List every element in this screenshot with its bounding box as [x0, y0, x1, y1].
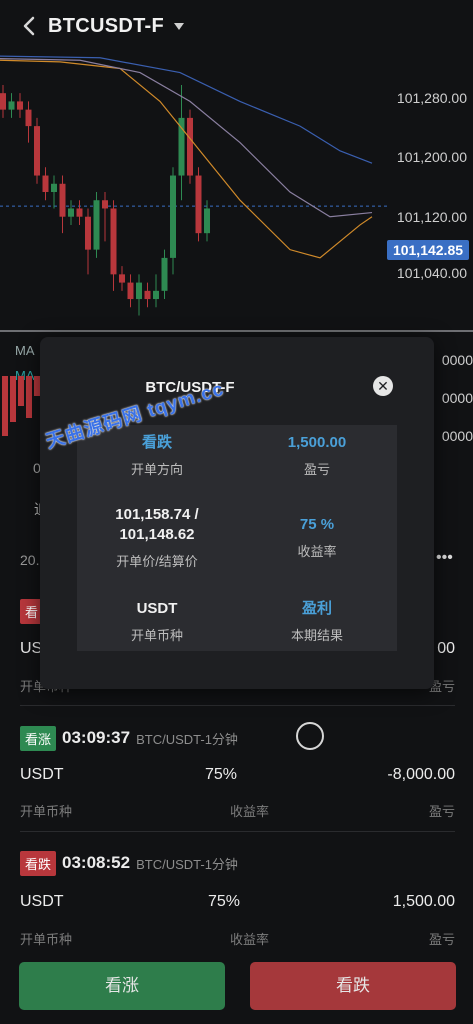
candle-body	[0, 93, 6, 110]
candle-body	[161, 257, 168, 291]
detail-grid: 看跌 开单方向 1,500.00 盈亏 101,158.74 / 101,148…	[77, 425, 397, 651]
rate-cell: 75 % 收益率	[237, 515, 397, 560]
more-icon[interactable]: •••	[436, 549, 453, 567]
indicator-value: 0000	[441, 352, 473, 368]
result-value: 盈利	[301, 600, 332, 617]
candle-body	[110, 208, 117, 275]
rate-value: 75%	[205, 766, 238, 783]
close-icon[interactable]: ✕	[373, 376, 393, 396]
direction-cell: 看跌 开单方向	[77, 433, 237, 478]
candle-body	[34, 126, 40, 176]
candle-body	[170, 175, 176, 258]
candle-body	[51, 183, 57, 192]
candle-body	[42, 175, 49, 192]
candle-body	[204, 208, 210, 234]
pnl-label: 盈亏	[428, 932, 455, 947]
candle-body	[119, 274, 125, 283]
direction-label: 开单方向	[130, 462, 183, 477]
price-level-label: 101,200.00	[396, 149, 467, 165]
candle-body	[153, 290, 159, 300]
candle-body	[68, 208, 74, 217]
pnl-value: 00	[437, 640, 455, 657]
currency-label: 开单币种	[20, 804, 73, 819]
result-cell: 盈利 本期结果	[237, 599, 397, 644]
caret-down-icon[interactable]	[174, 22, 185, 30]
currency-label: 开单币种	[130, 628, 183, 643]
buy-up-button[interactable]: 看涨	[19, 962, 225, 1010]
settle-price-value: 101,148.62	[119, 526, 195, 543]
pnl-label: 盈亏	[303, 462, 330, 477]
open-price-value: 101,158.74 /	[115, 506, 199, 523]
ma-line-mid	[0, 57, 373, 218]
result-label: 本期结果	[290, 628, 343, 643]
indicator-value: 0000	[441, 428, 473, 444]
currency-label: 开单币种	[20, 932, 73, 947]
candle-body	[187, 117, 193, 176]
buy-down-button[interactable]: 看跌	[250, 962, 456, 1010]
candle-body	[25, 109, 32, 127]
rate-value: 75 %	[299, 516, 335, 533]
order-pair: BTC/USDT-1分钟	[136, 731, 238, 747]
pnl-label: 盈亏	[428, 804, 455, 819]
candle-body	[102, 200, 108, 209]
price-level-label: 101,280.00	[396, 90, 467, 106]
direction-badge: 看跌	[20, 850, 57, 876]
order-card[interactable]: 看涨 03:09:37 BTC/USDT-1分钟 USDT 75% -8,000…	[0, 725, 473, 825]
candle-body	[144, 290, 151, 300]
ma-label: MA	[15, 343, 35, 358]
candle-body	[59, 183, 66, 217]
direction-badge: 看涨	[20, 725, 57, 751]
ma-line-short	[0, 59, 373, 259]
pnl-value: 1,500.00	[287, 434, 347, 451]
rate-label: 收益率	[297, 544, 337, 559]
price-level-label: 101,120.00	[396, 209, 467, 225]
indicator-value: 0000	[441, 390, 473, 406]
candle-body	[85, 216, 91, 250]
candle-body	[93, 200, 100, 250]
pnl-cell: 1,500.00 盈亏	[237, 433, 397, 478]
order-time: 03:08:52	[62, 853, 131, 872]
volume-bars	[2, 376, 40, 436]
back-arrow-icon[interactable]	[18, 15, 40, 37]
candle-body	[178, 117, 185, 176]
candle-body	[195, 175, 202, 234]
price-cell: 101,158.74 / 101,148.62 开单价/结算价	[77, 505, 237, 570]
top-bar: BTCUSDT-F	[0, 0, 473, 52]
order-card[interactable]: 看跌 03:08:52 BTC/USDT-1分钟 USDT 75% 1,500.…	[0, 850, 473, 950]
obscured-text: 20.	[20, 552, 40, 568]
current-price-badge: 101,142.85	[387, 240, 469, 260]
row-separator	[20, 705, 455, 706]
currency-value: USDT	[136, 600, 178, 617]
price-label: 开单价/结算价	[116, 554, 198, 569]
order-time: 03:09:37	[62, 728, 131, 747]
order-pair: BTC/USDT-1分钟	[136, 856, 238, 872]
pnl-value: -8,000.00	[387, 766, 455, 783]
currency-value: USDT	[20, 766, 64, 783]
rate-label: 收益率	[230, 804, 270, 819]
rate-label: 收益率	[230, 932, 270, 947]
loading-circle-icon	[296, 722, 324, 750]
rate-value: 75%	[208, 893, 241, 910]
ma-line-long	[0, 55, 373, 164]
candle-body	[17, 101, 23, 110]
pnl-value: 1,500.00	[392, 893, 455, 910]
currency-value: USDT	[20, 893, 64, 910]
price-level-label: 101,040.00	[396, 265, 467, 281]
order-detail-modal: BTC/USDT-F ✕ 看跌 开单方向 1,500.00 盈亏 101,158…	[40, 337, 434, 689]
row-separator	[20, 831, 455, 832]
candle-body	[127, 282, 134, 300]
page-title[interactable]: BTCUSDT-F	[48, 15, 164, 38]
candle-body	[8, 101, 15, 110]
candle-body	[76, 208, 83, 217]
candle-body	[136, 282, 142, 300]
currency-cell: USDT 开单币种	[77, 599, 237, 644]
candlestick-chart[interactable]: 101,280.00 101,200.00 101,120.00 101,040…	[0, 52, 473, 332]
